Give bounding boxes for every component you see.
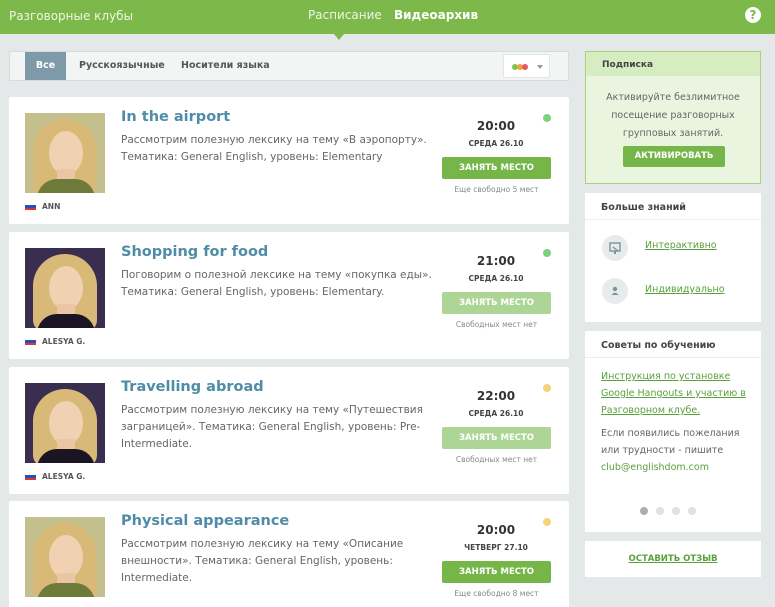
help-icon[interactable]: ? [745, 7, 761, 23]
active-nav-indicator [334, 34, 344, 40]
status-color-dropdown[interactable] [503, 54, 550, 78]
support-email-link[interactable]: club@englishdom.com [601, 462, 709, 473]
divider [585, 357, 761, 358]
lesson-card: ALESYA G. Shopping for food Поговорим о по… [9, 232, 569, 359]
seat-availability: Свободных мест нет [455, 455, 538, 464]
nav-schedule[interactable]: Расписание [308, 8, 382, 22]
lesson-title[interactable]: Physical appearance [121, 513, 289, 529]
subscription-title: Подписка [602, 60, 654, 70]
seat-availability: Свободных мест нет [455, 320, 538, 329]
lesson-description: Поговорим о полезной лексике на тему «по… [121, 269, 432, 298]
filter-tab-all[interactable]: Все [25, 52, 66, 80]
lesson-description: Рассмотрим полезную лексику на тему «В а… [121, 134, 427, 163]
teacher-photo [25, 383, 105, 463]
carousel-dot[interactable] [656, 507, 664, 515]
nav-video-archive[interactable]: Видеоархив [394, 8, 478, 22]
lesson-card: ALESYA G. Travelling abroad Рассмотрим пол… [9, 367, 569, 494]
status-dot-icon [543, 114, 551, 122]
carousel-dot[interactable] [640, 507, 648, 515]
tips-text: Если появились пожелания или трудности -… [601, 428, 740, 456]
filter-tab-russian-speaking[interactable]: Русскоязычные [79, 52, 165, 80]
hangouts-instruction-link[interactable]: Инструкция по установке Google Hangouts … [601, 368, 749, 419]
top-bar: Разговорные клубы Расписание Видеоархив … [0, 0, 775, 34]
lesson-date: СРЕДА 26.10 [468, 139, 524, 148]
filter-tab-native-speakers[interactable]: Носители языка [181, 52, 270, 80]
book-seat-button[interactable]: ЗАНЯТЬ МЕСТО [442, 561, 551, 583]
lesson-card: ANNPhysical appearanceРассмотрим полезну… [9, 501, 569, 607]
teacher-photo [25, 517, 105, 597]
subscription-card: Подписка Активируйте безлимитное посещен… [585, 51, 761, 184]
lesson-card: ANN In the airport Рассмотрим полезную лек… [9, 97, 569, 224]
seat-availability: Еще свободно 8 мест [454, 589, 539, 598]
carousel-dot[interactable] [672, 507, 680, 515]
status-dot-red-icon [522, 64, 528, 70]
knowledge-card: Больше знаний Интерактивно Индивидуально [585, 193, 761, 322]
lesson-time: 20:00 [476, 523, 516, 537]
lesson-title[interactable]: Shopping for food [121, 244, 268, 260]
lesson-date: СРЕДА 26.10 [468, 409, 524, 418]
review-card: ОСТАВИТЬ ОТЗЫВ [585, 541, 761, 577]
russia-flag-icon [25, 338, 36, 345]
book-seat-button[interactable]: ЗАНЯТЬ МЕСТО [442, 157, 551, 179]
lesson-time: 21:00 [476, 254, 516, 268]
knowledge-title: Больше знаний [601, 202, 686, 213]
status-dot-icon [543, 249, 551, 257]
lesson-date: СРЕДА 26.10 [468, 274, 524, 283]
teacher-name: ANN [42, 202, 61, 211]
seat-availability: Еще свободно 5 мест [454, 185, 539, 194]
lesson-date: ЧЕТВЕРГ 27.10 [464, 543, 528, 552]
status-dot-icon [543, 518, 551, 526]
subscription-text: Активируйте безлимитное посещение разгов… [606, 92, 740, 139]
lesson-title[interactable]: In the airport [121, 109, 230, 125]
individual-link[interactable]: Индивидуально [645, 284, 725, 295]
tips-title: Советы по обучению [601, 340, 716, 351]
person-icon [602, 278, 628, 304]
lesson-time: 20:00 [476, 119, 516, 133]
status-dot-icon [543, 384, 551, 392]
presentation-icon [602, 235, 628, 261]
teacher-photo [25, 248, 105, 328]
lesson-time: 22:00 [476, 389, 516, 403]
lesson-description: Рассмотрим полезную лексику на тему «Опи… [121, 538, 404, 584]
divider [585, 219, 761, 220]
teacher-name: ALESYA G. [42, 337, 86, 346]
subscription-header: Подписка [586, 52, 760, 76]
brand-title[interactable]: Разговорные клубы [9, 9, 133, 23]
teacher-photo [25, 113, 105, 193]
russia-flag-icon [25, 203, 36, 210]
interactive-link[interactable]: Интерактивно [645, 240, 717, 251]
carousel-dot[interactable] [688, 507, 696, 515]
filter-bar: Все Русскоязычные Носители языка [9, 51, 569, 81]
tips-card: Советы по обучению Инструкция по установ… [585, 331, 761, 532]
leave-review-link[interactable]: ОСТАВИТЬ ОТЗЫВ [585, 554, 761, 564]
chevron-down-icon [537, 65, 543, 69]
teacher-name: ALESYA G. [42, 472, 86, 481]
tips-contact-text: Если появились пожелания или трудности -… [601, 425, 751, 476]
activate-button[interactable]: АКТИВИРОВАТЬ [623, 146, 725, 167]
lesson-title[interactable]: Travelling abroad [121, 379, 264, 395]
book-seat-button[interactable]: ЗАНЯТЬ МЕСТО [442, 427, 551, 449]
book-seat-button[interactable]: ЗАНЯТЬ МЕСТО [442, 292, 551, 314]
lesson-description: Рассмотрим полезную лексику на тему «Пут… [121, 404, 423, 450]
russia-flag-icon [25, 473, 36, 480]
